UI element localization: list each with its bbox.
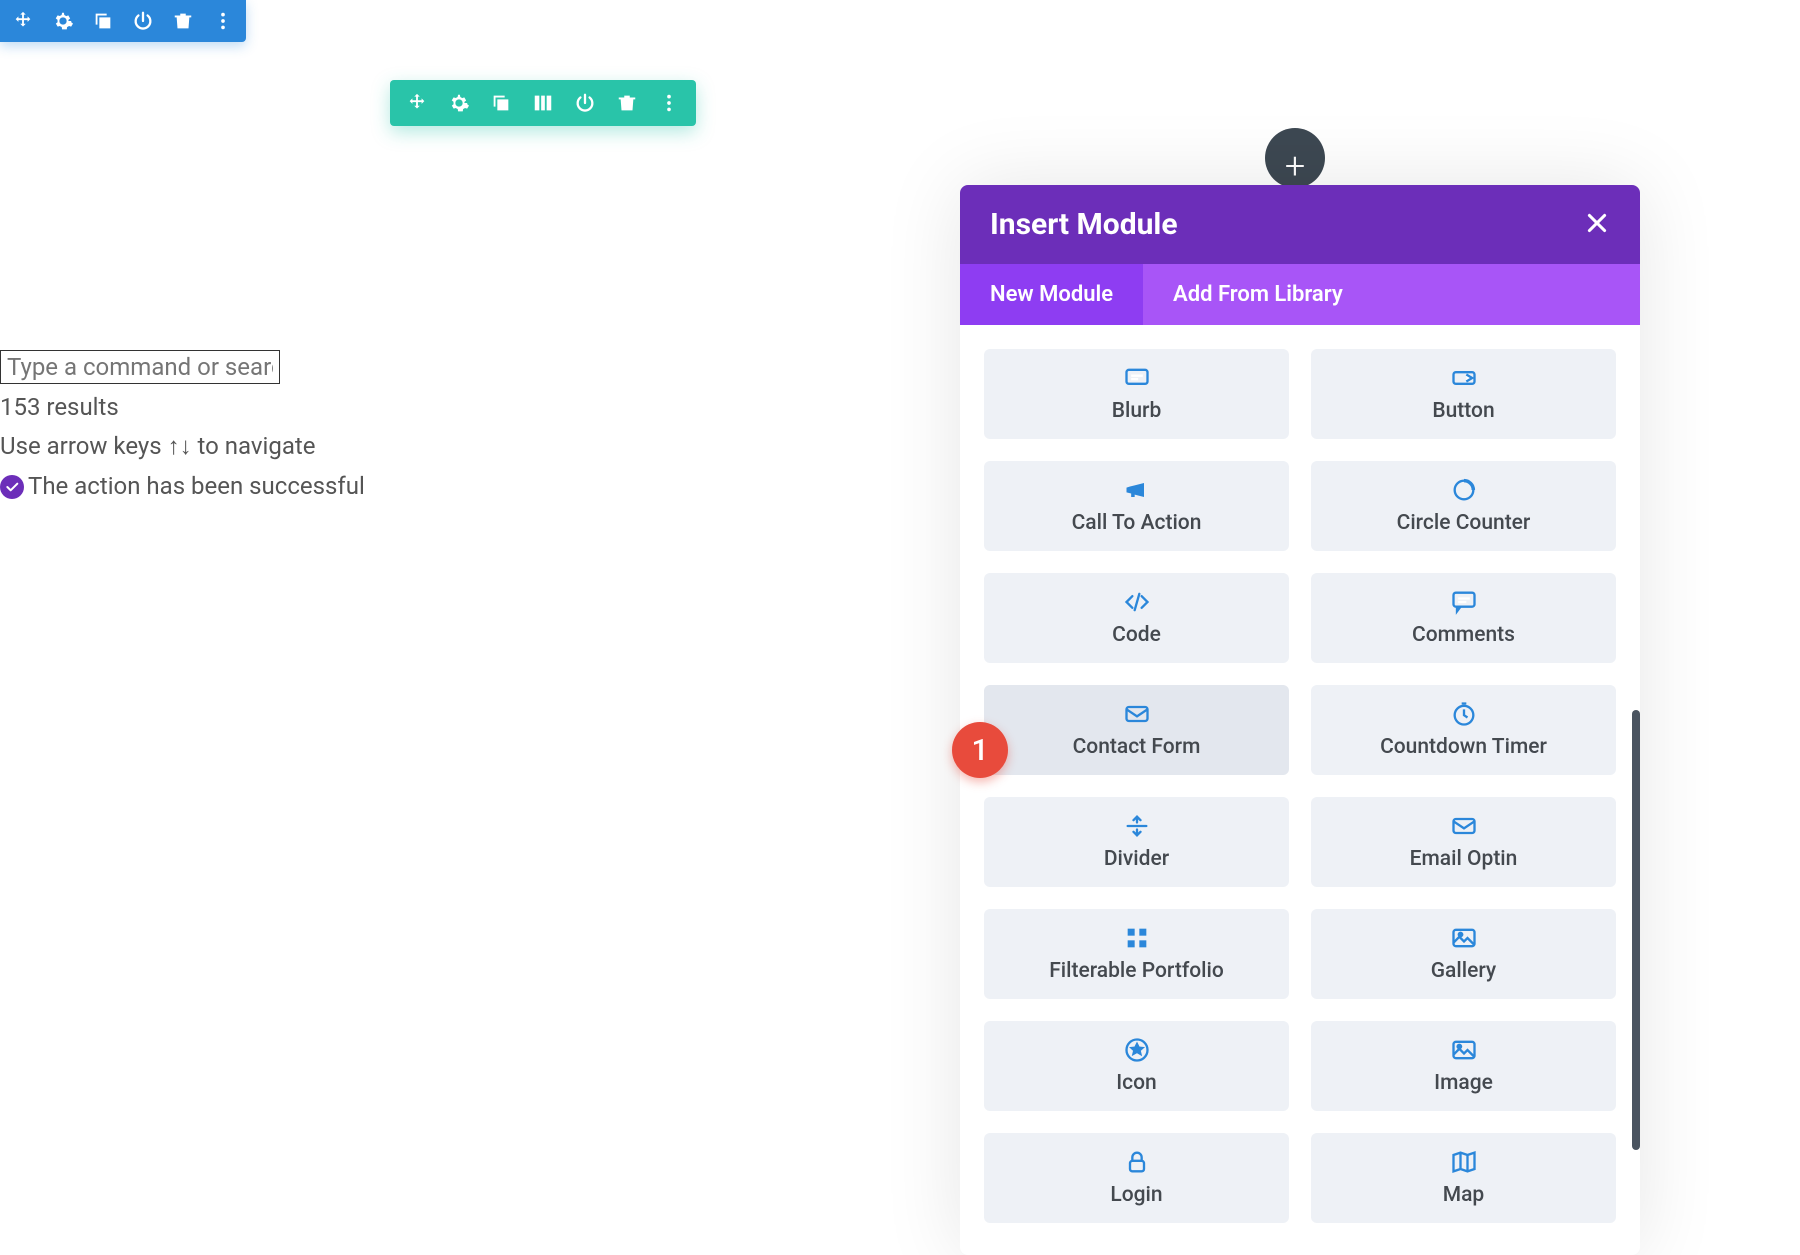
add-module-button[interactable]: + — [1265, 128, 1325, 188]
module-label: Email Optin — [1410, 847, 1518, 871]
trash-icon[interactable] — [170, 8, 196, 34]
module-card-icon[interactable]: Icon — [984, 1021, 1289, 1111]
module-label: Divider — [1104, 847, 1169, 871]
annotation-badge-1: 1 — [952, 722, 1008, 778]
duplicate-icon[interactable] — [488, 90, 514, 116]
mail-icon — [1123, 699, 1151, 729]
scrollbar[interactable] — [1632, 710, 1640, 1150]
module-label: Code — [1112, 623, 1161, 647]
module-label: Button — [1432, 399, 1494, 423]
row-toolbar — [390, 80, 696, 126]
timer-icon — [1450, 699, 1478, 729]
code-icon — [1123, 587, 1151, 617]
module-label: Gallery — [1431, 959, 1496, 983]
close-icon[interactable] — [1584, 210, 1610, 240]
module-card-map[interactable]: Map — [1311, 1133, 1616, 1223]
module-label: Image — [1434, 1071, 1493, 1095]
modal-header: Insert Module — [960, 185, 1640, 264]
module-label: Map — [1443, 1183, 1485, 1207]
move-icon[interactable] — [404, 90, 430, 116]
blurb-icon — [1123, 363, 1151, 393]
gallery-icon — [1450, 923, 1478, 953]
module-card-code[interactable]: Code — [984, 573, 1289, 663]
insert-module-modal: Insert Module New Module Add From Librar… — [960, 185, 1640, 1255]
iconstar-icon — [1123, 1035, 1151, 1065]
grid-icon — [1123, 923, 1151, 953]
columns-icon[interactable] — [530, 90, 556, 116]
move-icon[interactable] — [10, 8, 36, 34]
mail-icon — [1450, 811, 1478, 841]
power-icon[interactable] — [130, 8, 156, 34]
nav-hint: Use arrow keys ↑↓ to navigate — [0, 427, 500, 467]
trash-icon[interactable] — [614, 90, 640, 116]
section-toolbar — [0, 0, 246, 42]
gear-icon[interactable] — [446, 90, 472, 116]
success-message: The action has been successful — [28, 467, 365, 507]
command-input[interactable] — [0, 350, 280, 384]
module-label: Filterable Portfolio — [1049, 959, 1224, 983]
module-label: Countdown Timer — [1380, 735, 1547, 759]
module-card-countdown-timer[interactable]: Countdown Timer — [1311, 685, 1616, 775]
module-card-login[interactable]: Login — [984, 1133, 1289, 1223]
modal-tabs: New Module Add From Library — [960, 264, 1640, 325]
circlecounter-icon — [1450, 475, 1478, 505]
module-card-blurb[interactable]: Blurb — [984, 349, 1289, 439]
module-label: Contact Form — [1073, 735, 1201, 759]
module-card-gallery[interactable]: Gallery — [1311, 909, 1616, 999]
button-icon — [1450, 363, 1478, 393]
module-label: Circle Counter — [1397, 511, 1531, 535]
module-card-image[interactable]: Image — [1311, 1021, 1616, 1111]
module-label: Login — [1110, 1183, 1162, 1207]
success-check-icon — [0, 475, 24, 499]
more-icon[interactable] — [210, 8, 236, 34]
module-card-circle-counter[interactable]: Circle Counter — [1311, 461, 1616, 551]
megaphone-icon — [1123, 475, 1151, 505]
image-icon — [1450, 1035, 1478, 1065]
tab-add-from-library[interactable]: Add From Library — [1143, 264, 1373, 325]
module-label: Call To Action — [1072, 511, 1202, 535]
module-card-email-optin[interactable]: Email Optin — [1311, 797, 1616, 887]
results-count: 153 results — [0, 388, 500, 428]
command-palette: 153 results Use arrow keys ↑↓ to navigat… — [0, 348, 500, 506]
module-card-comments[interactable]: Comments — [1311, 573, 1616, 663]
power-icon[interactable] — [572, 90, 598, 116]
module-card-contact-form[interactable]: Contact Form — [984, 685, 1289, 775]
modal-body: Blurb Button Call To Action Circle Counter C… — [960, 325, 1640, 1255]
divider-icon — [1123, 811, 1151, 841]
duplicate-icon[interactable] — [90, 8, 116, 34]
more-icon[interactable] — [656, 90, 682, 116]
tab-new-module[interactable]: New Module — [960, 264, 1143, 325]
module-card-filterable-portfolio[interactable]: Filterable Portfolio — [984, 909, 1289, 999]
module-card-divider[interactable]: Divider — [984, 797, 1289, 887]
lock-icon — [1123, 1147, 1151, 1177]
modal-title: Insert Module — [990, 207, 1178, 242]
module-label: Comments — [1412, 623, 1515, 647]
gear-icon[interactable] — [50, 8, 76, 34]
map-icon — [1450, 1147, 1478, 1177]
module-card-call-to-action[interactable]: Call To Action — [984, 461, 1289, 551]
module-card-button[interactable]: Button — [1311, 349, 1616, 439]
module-label: Blurb — [1112, 399, 1162, 423]
module-label: Icon — [1116, 1071, 1157, 1095]
comments-icon — [1450, 587, 1478, 617]
